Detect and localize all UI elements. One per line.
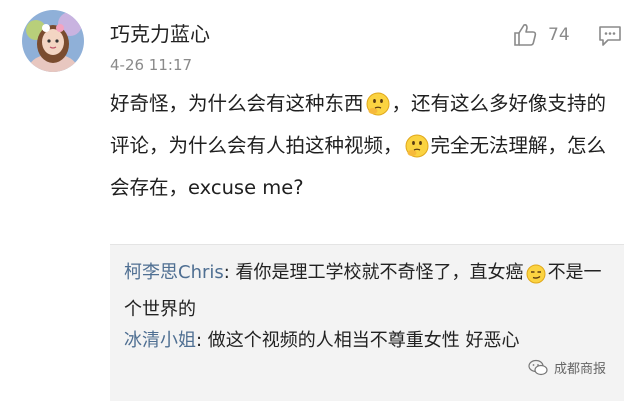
wechat-icon [528, 359, 548, 375]
reply-text: : 做这个视频的人相当不尊重女性 好恶心 [196, 330, 520, 351]
thinking-emoji [405, 134, 429, 170]
comment-body: 好奇怪，为什么会有这种东西 ，还有这么多好像支持的评论，为什么会有人拍这种视频，完… [110, 86, 622, 206]
comment-icon [599, 26, 621, 46]
comment-timestamp: 4-26 11:17 [110, 56, 193, 74]
reply-item: 冰清小姐: 做这个视频的人相当不尊重女性 好恶心 [124, 325, 618, 356]
watermark: 成都商报 [528, 358, 606, 377]
like-count: 74 [548, 25, 570, 45]
username[interactable]: 巧克力蓝心 [110, 18, 210, 47]
reply-text: : 看你是理工学校就不奇怪了，直女癌 [223, 262, 524, 283]
comment-text-part: 好奇怪，为什么会有这种东西 [110, 92, 364, 115]
thumbs-up-icon [514, 24, 537, 46]
like-button[interactable]: 74 [512, 22, 570, 48]
reply-item: 柯李思Chris: 看你是理工学校就不奇怪了，直女癌 不是一个世界的 [124, 257, 618, 325]
watermark-text: 成都商报 [554, 362, 607, 377]
thinking-emoji [366, 92, 390, 128]
avatar[interactable] [22, 10, 84, 72]
avatar-image [22, 10, 84, 72]
smirk-emoji [526, 263, 546, 294]
reply-thread: 柯李思Chris: 看你是理工学校就不奇怪了，直女癌 不是一个世界的 冰清小姐: … [110, 244, 624, 401]
reply-author[interactable]: 柯李思Chris [124, 262, 224, 283]
reply-button[interactable] [598, 25, 622, 51]
reply-author[interactable]: 冰清小姐 [124, 330, 196, 351]
